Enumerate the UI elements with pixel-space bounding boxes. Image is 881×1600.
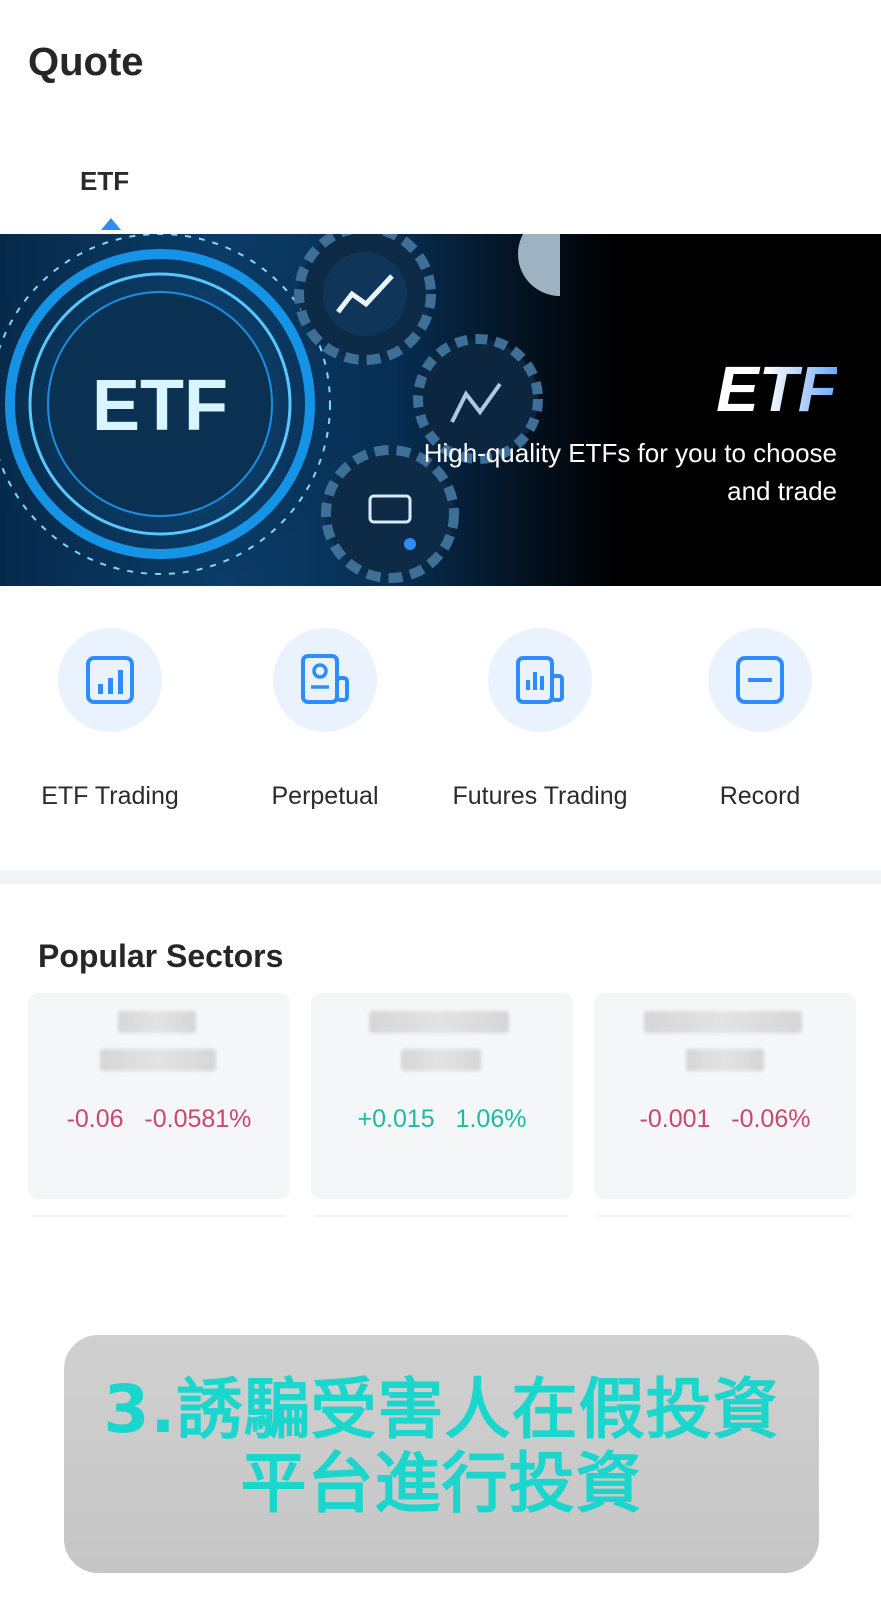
- quick-actions: ETF Trading Perpetual Futures Trading Re…: [0, 628, 881, 838]
- quick-action-label: Perpetual: [271, 782, 379, 810]
- card-separator: [314, 1215, 568, 1217]
- quick-action-etf-trading[interactable]: ETF Trading: [0, 628, 220, 811]
- redacted-sector-name: [644, 1011, 802, 1033]
- document-profile-icon: [301, 654, 349, 704]
- banner-subtitle: High-quality ETFs for you to choose and …: [423, 438, 837, 506]
- card-separator: [598, 1215, 852, 1217]
- page-title: Quote: [28, 40, 144, 84]
- sector-card[interactable]: -0.001 -0.06%: [594, 993, 856, 1199]
- banner-title: ETF: [716, 353, 837, 425]
- tab-active-indicator: [101, 218, 121, 230]
- quick-action-record[interactable]: Record: [650, 628, 870, 811]
- redacted-sector-name: [118, 1011, 196, 1033]
- promo-banner[interactable]: ETF ETF High-quality ETFs for you to cho…: [0, 234, 881, 586]
- sector-change: -0.001: [639, 1105, 711, 1133]
- minus-square-icon: [736, 656, 784, 704]
- section-divider: [0, 870, 881, 884]
- sector-change: -0.06: [66, 1105, 124, 1133]
- quick-action-futures-trading[interactable]: Futures Trading: [430, 628, 650, 811]
- quick-action-label: Record: [719, 782, 801, 810]
- redacted-sector-price: [401, 1049, 481, 1071]
- banner-graphic-label: ETF: [92, 366, 228, 446]
- quick-action-label: Futures Trading: [452, 782, 628, 810]
- tab-etf[interactable]: ETF: [80, 166, 129, 197]
- sector-change-percent: -0.0581%: [144, 1105, 252, 1133]
- quick-action-perpetual[interactable]: Perpetual: [215, 628, 435, 811]
- sector-card[interactable]: -0.06 -0.0581%: [28, 993, 290, 1199]
- bar-chart-icon: [86, 656, 134, 704]
- chart-document-icon: [516, 656, 564, 704]
- redacted-sector-price: [686, 1049, 764, 1071]
- caption-line-1: 3.誘騙受害人在假投資: [103, 1371, 780, 1448]
- quick-action-label: ETF Trading: [41, 782, 179, 810]
- card-separator: [32, 1215, 286, 1217]
- caption-overlay: 3.誘騙受害人在假投資 平台進行投資: [64, 1335, 819, 1573]
- etf-banner-graphic: ETF: [0, 234, 560, 586]
- sector-card[interactable]: +0.015 1.06%: [311, 993, 573, 1199]
- caption-line-2: 平台進行投資: [240, 1445, 643, 1522]
- redacted-sector-price: [100, 1049, 216, 1071]
- sector-change-percent: -0.06%: [731, 1105, 811, 1133]
- redacted-sector-name: [369, 1011, 509, 1033]
- sector-change: +0.015: [357, 1105, 435, 1133]
- sector-change-percent: 1.06%: [455, 1105, 527, 1133]
- sector-cards: -0.06 -0.0581% +0.015 1.06% -0.001 -0.06…: [28, 993, 856, 1217]
- popular-sectors-title: Popular Sectors: [38, 938, 284, 974]
